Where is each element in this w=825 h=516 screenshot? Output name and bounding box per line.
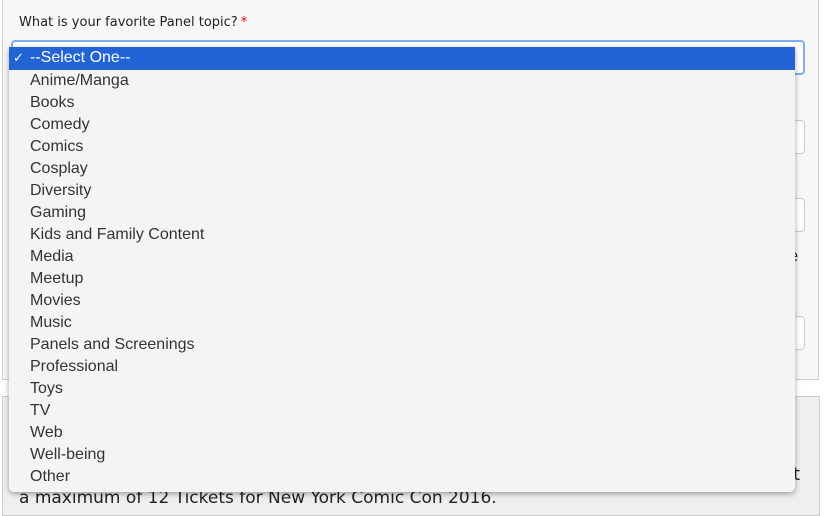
dropdown-option[interactable]: Meetup <box>9 268 795 290</box>
dropdown-option[interactable]: Anime/Manga <box>9 70 795 92</box>
option-label: Books <box>30 94 75 111</box>
option-label: Music <box>30 314 72 331</box>
dropdown-option[interactable]: TV <box>9 400 795 422</box>
option-label: Comics <box>30 138 84 155</box>
option-label: --Select One-- <box>30 49 131 66</box>
dropdown-option[interactable]: Well-being <box>9 444 795 466</box>
option-label: Comedy <box>30 116 90 133</box>
dropdown-option[interactable]: Gaming <box>9 202 795 224</box>
option-label: Gaming <box>30 204 87 221</box>
dropdown-option[interactable]: Books <box>9 92 795 114</box>
option-label: Toys <box>30 380 63 397</box>
option-label: Movies <box>30 292 81 309</box>
option-label: Panels and Screenings <box>30 336 195 353</box>
option-label: Web <box>30 424 63 441</box>
question-text: What is your favorite Panel topic? <box>19 15 238 30</box>
dropdown-option[interactable]: Comics <box>9 136 795 158</box>
question-label: What is your favorite Panel topic? * <box>19 15 247 30</box>
option-label: Other <box>30 468 71 485</box>
dropdown-option[interactable]: Panels and Screenings <box>9 334 795 356</box>
option-label: Media <box>30 248 74 265</box>
dropdown-option[interactable]: Media <box>9 246 795 268</box>
option-label: TV <box>30 402 51 419</box>
dropdown-option[interactable]: Music <box>9 312 795 334</box>
dropdown-option[interactable]: Diversity <box>9 180 795 202</box>
dropdown-option[interactable]: Professional <box>9 356 795 378</box>
option-label: Professional <box>30 358 119 375</box>
dropdown-option[interactable]: Movies <box>9 290 795 312</box>
option-label: Anime/Manga <box>30 72 129 89</box>
option-label: Meetup <box>30 270 84 287</box>
required-marker: * <box>240 15 248 30</box>
option-label: Cosplay <box>30 160 88 177</box>
dropdown-option[interactable]: Web <box>9 422 795 444</box>
check-icon: ✓ <box>13 50 24 65</box>
dropdown-option[interactable]: Cosplay <box>9 158 795 180</box>
dropdown-option[interactable]: Kids and Family Content <box>9 224 795 246</box>
option-label: Well-being <box>30 446 106 463</box>
dropdown-option[interactable]: Toys <box>9 378 795 400</box>
dropdown-option[interactable]: Other <box>9 466 795 488</box>
panel-topic-dropdown-list[interactable]: ✓ --Select One-- Anime/Manga Books Comedy Com… <box>9 47 795 492</box>
dropdown-option[interactable]: ✓ --Select One-- <box>9 47 795 70</box>
option-label: Diversity <box>30 182 92 199</box>
option-label: Kids and Family Content <box>30 226 205 243</box>
dropdown-option[interactable]: Comedy <box>9 114 795 136</box>
